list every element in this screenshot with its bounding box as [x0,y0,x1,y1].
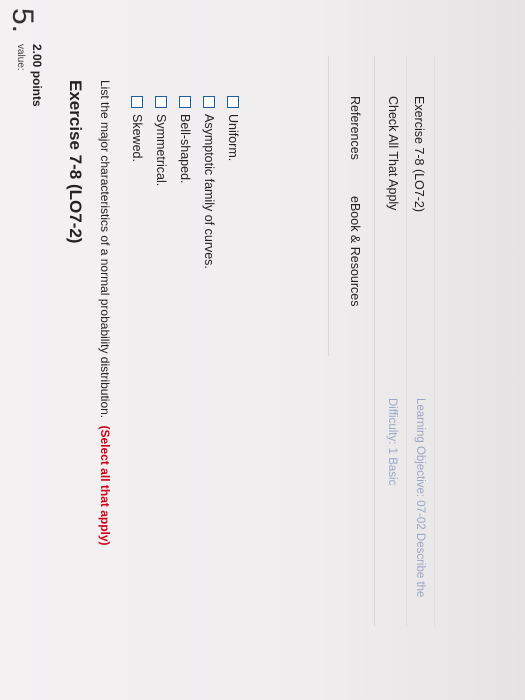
option-uniform[interactable]: Uniform. [226,96,240,161]
option-skewed[interactable]: Skewed. [130,96,144,162]
divider [434,56,435,626]
option-bell-shaped[interactable]: Bell-shaped. [178,96,192,184]
checkbox[interactable] [131,96,143,108]
option-label: Asymptotic family of curves. [202,114,216,269]
checkbox[interactable] [203,96,215,108]
value-label: value: [15,44,26,71]
checkbox[interactable] [179,96,191,108]
screen: 5. value: 2.00 points Exercise 7-8 (LO7-… [0,0,525,700]
select-all-hint: (Select all that apply) [98,425,112,546]
divider [374,56,375,626]
option-label: Bell-shaped. [178,114,192,184]
difficulty-label: Difficulty: 1 Basic [386,398,398,486]
references-tab[interactable]: References [348,96,362,160]
exercise-title: Exercise 7-8 (LO7-2) [66,80,85,244]
prompt-text: List the major characteristics of a norm… [98,80,112,419]
checkbox[interactable] [227,96,239,108]
question-type: Check All That Apply [386,96,400,211]
divider [406,56,407,626]
points-value: 2.00 points [30,44,44,107]
question-page: 5. value: 2.00 points Exercise 7-8 (LO7-… [0,0,525,700]
learning-objective: Learning Objective: 07-02 Describe the [414,398,426,598]
option-label: Symmetrical. [154,114,168,187]
option-asymptotic[interactable]: Asymptotic family of curves. [202,96,216,269]
exercise-reference: Exercise 7-8 (LO7-2) [412,96,426,213]
option-label: Skewed. [130,114,144,162]
divider [328,56,329,356]
option-label: Uniform. [226,114,240,162]
question-number: 5. [6,8,39,34]
ebook-resources-tab[interactable]: eBook & Resources [348,196,362,306]
question-prompt: List the major characteristics of a norm… [98,80,112,546]
checkbox[interactable] [155,96,167,108]
option-symmetrical[interactable]: Symmetrical. [154,96,168,186]
